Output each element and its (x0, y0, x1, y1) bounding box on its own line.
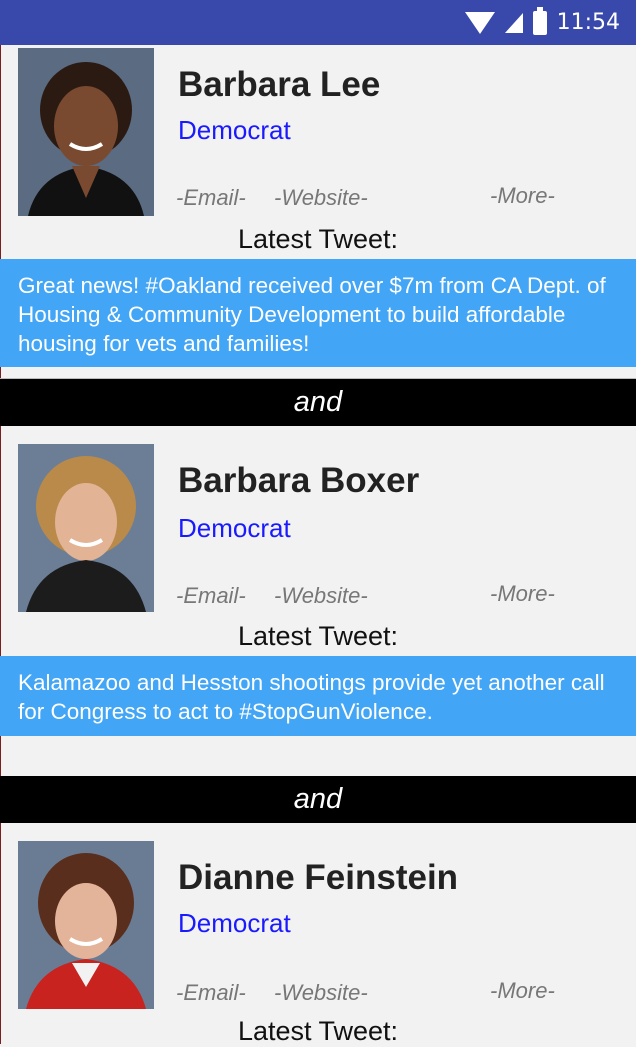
senator-party: Democrat (178, 908, 291, 938)
website-link[interactable]: -Website- (274, 185, 368, 211)
wifi-icon (464, 11, 495, 34)
senator-party: Democrat (178, 115, 291, 145)
senator-photo[interactable] (18, 841, 154, 1009)
senator-card-lee: Barbara Lee Democrat -Email- -Website- -… (0, 45, 636, 375)
senator-photo[interactable] (18, 48, 154, 216)
status-time: 11:54 (556, 10, 620, 35)
website-link[interactable]: -Website- (274, 583, 368, 609)
email-link[interactable]: -Email- (176, 185, 246, 211)
and-divider: and (0, 379, 636, 426)
cell-signal-icon (504, 12, 523, 33)
tweet-text: Kalamazoo and Hesston shootings provide … (0, 656, 636, 736)
and-divider: and (0, 776, 636, 823)
status-bar: 11:54 (0, 0, 636, 45)
senator-name: Barbara Boxer (178, 461, 420, 500)
latest-tweet-label: Latest Tweet: (237, 621, 399, 651)
senator-photo[interactable] (18, 444, 154, 612)
more-link[interactable]: -More- (490, 183, 555, 209)
senator-name: Dianne Feinstein (178, 858, 459, 897)
more-link[interactable]: -More- (490, 978, 555, 1004)
email-link[interactable]: -Email- (176, 980, 246, 1006)
latest-tweet-label: Latest Tweet: (237, 1016, 399, 1046)
senator-party: Democrat (178, 513, 291, 543)
email-link[interactable]: -Email- (176, 583, 246, 609)
more-link[interactable]: -More- (490, 581, 555, 607)
senator-card-feinstein: Dianne Feinstein Democrat -Email- -Websi… (0, 823, 636, 1046)
senator-name: Barbara Lee (178, 65, 381, 104)
senator-card-boxer: Barbara Boxer Democrat -Email- -Website-… (0, 426, 636, 776)
battery-icon (532, 6, 547, 35)
tweet-text: Great news! #Oakland received over $7m f… (0, 259, 636, 367)
latest-tweet-label: Latest Tweet: (237, 224, 399, 254)
website-link[interactable]: -Website- (274, 980, 368, 1006)
status-icons: 11:54 (464, 0, 620, 45)
